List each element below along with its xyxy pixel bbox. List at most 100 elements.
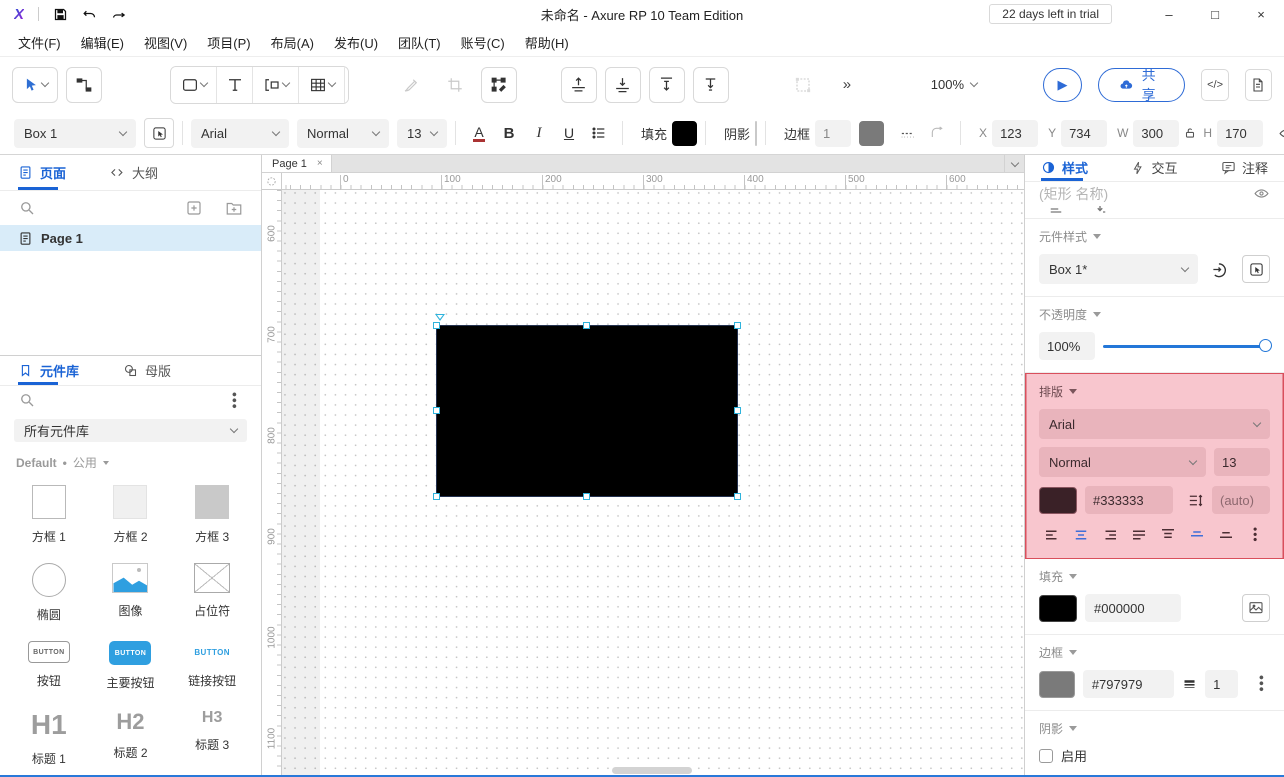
tab-libraries[interactable]: 元件库: [18, 356, 79, 386]
menu-help[interactable]: 帮助(H): [517, 30, 577, 55]
typography-section-header[interactable]: 排版: [1039, 383, 1270, 400]
menu-file[interactable]: 文件(F): [10, 30, 69, 55]
menu-project[interactable]: 项目(P): [199, 30, 258, 55]
selected-rectangle-widget[interactable]: [433, 314, 741, 500]
library-group-header[interactable]: Default • 公用: [0, 442, 261, 473]
line-height-input[interactable]: (auto): [1212, 486, 1270, 514]
widget-h2[interactable]: H2 标题 2: [90, 701, 172, 773]
tab-style[interactable]: 样式: [1041, 155, 1088, 181]
font-weight-select[interactable]: Normal: [297, 118, 389, 148]
resize-handle-s[interactable]: [583, 493, 590, 500]
send-to-back-button[interactable]: [604, 66, 641, 103]
opacity-slider[interactable]: [1103, 339, 1272, 353]
style-picker-button[interactable]: [144, 118, 174, 148]
border-width-input[interactable]: 1: [1205, 670, 1238, 698]
visibility-eye-button[interactable]: [1271, 118, 1284, 148]
border-width-input[interactable]: 1: [815, 119, 852, 147]
align-middle-button[interactable]: [1184, 524, 1210, 546]
menu-arrange[interactable]: 布局(A): [263, 30, 322, 55]
border-hex-input[interactable]: #797979: [1082, 670, 1175, 698]
canvas-area[interactable]: Page 1 × 0 100 200 300 400 500 600 600 7…: [262, 155, 1024, 777]
border-color-swatch[interactable]: [1039, 670, 1075, 698]
resize-handle-e[interactable]: [734, 407, 741, 414]
horizontal-scrollbar[interactable]: [612, 767, 692, 774]
shadow-swatch[interactable]: [755, 120, 758, 146]
widget-style-select[interactable]: Box 1: [14, 118, 136, 148]
align-bottom-button[interactable]: [1213, 524, 1239, 546]
resize-handle-nw[interactable]: [433, 322, 440, 329]
update-style-button[interactable]: [1206, 255, 1234, 283]
search-icon[interactable]: [18, 199, 36, 217]
widget-button[interactable]: BUTTON 按钮: [8, 633, 90, 697]
save-icon[interactable]: [53, 7, 68, 22]
align-justify-button[interactable]: [1126, 524, 1152, 546]
align-left-button[interactable]: [1039, 524, 1065, 546]
shadow-enable-checkbox[interactable]: [1039, 748, 1053, 763]
align-bottom-button[interactable]: [692, 66, 729, 103]
ruler-origin[interactable]: [262, 173, 282, 190]
trial-badge[interactable]: 22 days left in trial: [989, 4, 1112, 24]
slider-knob[interactable]: [1259, 339, 1272, 352]
opacity-input[interactable]: 100%: [1039, 332, 1095, 360]
menu-team[interactable]: 团队(T): [390, 30, 449, 55]
resize-handle-sw[interactable]: [433, 493, 440, 500]
font-family-select[interactable]: Arial: [191, 118, 289, 148]
widget-style-section-header[interactable]: 元件样式: [1039, 228, 1270, 245]
fill-color-swatch[interactable]: [1039, 594, 1077, 622]
widget-h1[interactable]: H1 标题 1: [8, 701, 90, 773]
inline-frame-tool-button[interactable]: [253, 66, 299, 103]
text-tool-button[interactable]: [217, 66, 253, 103]
w-input[interactable]: 300: [1133, 119, 1180, 147]
more-typography-button[interactable]: •••: [1242, 524, 1268, 546]
notes-doc-button[interactable]: [1244, 68, 1272, 101]
resize-handle-w[interactable]: [433, 407, 440, 414]
lock-ratio-button[interactable]: [1179, 118, 1201, 148]
widget-ellipse[interactable]: 椭圆: [8, 555, 90, 629]
tab-masters[interactable]: 母版: [123, 356, 171, 385]
tab-notes[interactable]: 注释: [1221, 155, 1268, 181]
edit-points-button[interactable]: [480, 66, 517, 103]
select-style-button[interactable]: [1242, 255, 1270, 283]
redo-icon[interactable]: [111, 7, 126, 22]
more-tools-button[interactable]: »: [828, 66, 865, 103]
zoom-select[interactable]: 100%: [920, 68, 987, 101]
italic-button[interactable]: I: [524, 118, 554, 148]
select-tool-button[interactable]: [12, 66, 58, 103]
widget-placeholder[interactable]: 占位符: [171, 555, 253, 629]
align-center-button[interactable]: [1068, 524, 1094, 546]
add-page-icon[interactable]: [185, 199, 203, 217]
minimize-button[interactable]: –: [1146, 0, 1192, 28]
connector-tool-button[interactable]: [66, 66, 102, 103]
more-border-button[interactable]: •••: [1254, 675, 1270, 693]
rectangle-tool-button[interactable]: [171, 66, 217, 103]
resize-handle-ne[interactable]: [734, 322, 741, 329]
y-input[interactable]: 734: [1061, 119, 1108, 147]
widget-primary-button[interactable]: BUTTON 主要按钮: [90, 633, 172, 697]
tab-interactions[interactable]: 交互: [1131, 155, 1178, 181]
fill-hex-input[interactable]: #000000: [1085, 594, 1181, 622]
x-input[interactable]: 123: [992, 119, 1039, 147]
menu-publish[interactable]: 发布(U): [326, 30, 386, 55]
align-top-button[interactable]: [1155, 524, 1181, 546]
resize-handle-n[interactable]: [583, 322, 590, 329]
font-color-button[interactable]: A: [464, 118, 494, 148]
library-filter-select[interactable]: 所有元件库: [14, 418, 247, 442]
h-input[interactable]: 170: [1217, 119, 1264, 147]
share-button[interactable]: 共享: [1097, 67, 1186, 103]
widget-link-button[interactable]: BUTTON 链接按钮: [171, 633, 253, 697]
align-top-button[interactable]: [648, 66, 685, 103]
tab-outline[interactable]: 大纲: [110, 155, 158, 190]
close-button[interactable]: ×: [1238, 0, 1284, 28]
close-tab-icon[interactable]: ×: [317, 158, 323, 169]
tab-list-dropdown[interactable]: [1004, 155, 1024, 172]
typo-size-input[interactable]: 13: [1214, 448, 1270, 476]
inspect-code-button[interactable]: </>: [1201, 68, 1229, 101]
font-size-select[interactable]: 13: [397, 118, 447, 148]
widget-style-dropdown[interactable]: Box 1*: [1039, 254, 1198, 284]
menu-edit[interactable]: 编辑(E): [73, 30, 132, 55]
visibility-eye-icon[interactable]: [1253, 185, 1270, 202]
bold-button[interactable]: B: [494, 118, 524, 148]
bullet-list-button[interactable]: [584, 118, 614, 148]
menu-view[interactable]: 视图(V): [136, 30, 195, 55]
widget-h3[interactable]: H3 标题 3: [171, 701, 253, 773]
